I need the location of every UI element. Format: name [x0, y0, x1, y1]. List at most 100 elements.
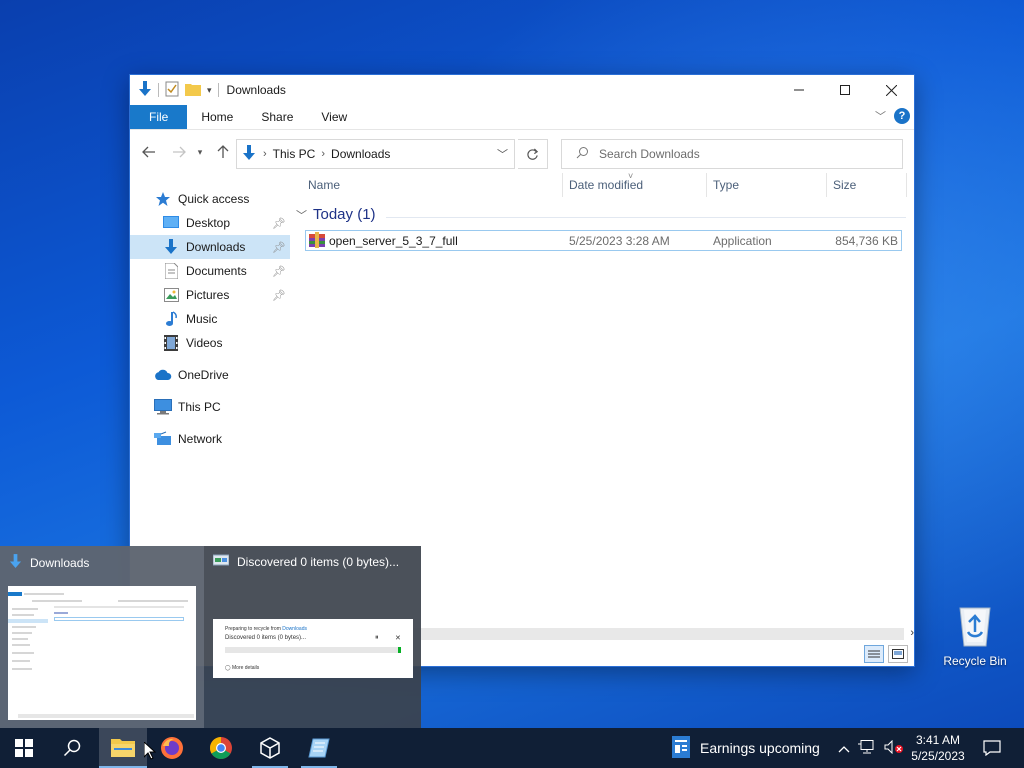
news-headline: Earnings upcoming [700, 740, 820, 756]
nav-music[interactable]: Music [130, 307, 290, 331]
delete-progress-fill [398, 647, 401, 653]
system-tray [838, 728, 904, 768]
group-divider [386, 217, 906, 218]
clock[interactable]: 3:41 AM 5/25/2023 [908, 732, 968, 764]
nav-downloads[interactable]: Downloads 📌︎ [130, 235, 290, 259]
search-icon [576, 146, 589, 162]
nav-videos[interactable]: Videos [130, 331, 290, 355]
news-icon [672, 735, 690, 761]
tab-home[interactable]: Home [187, 105, 247, 129]
nav-label: Quick access [178, 192, 250, 206]
music-icon [162, 311, 180, 327]
nav-label: Downloads [186, 240, 246, 254]
properties-icon[interactable] [165, 81, 179, 100]
nav-onedrive[interactable]: OneDrive [130, 363, 290, 387]
forward-button[interactable] [166, 138, 192, 166]
search-taskbar-button[interactable] [48, 728, 96, 768]
notifications-button[interactable] [980, 728, 1004, 768]
large-icons-view-button[interactable] [888, 645, 908, 663]
mouse-cursor-icon [143, 740, 157, 763]
pin-icon[interactable]: 📌︎ [272, 217, 286, 230]
volume-muted-icon[interactable] [884, 739, 904, 757]
nav-label: Music [186, 312, 218, 326]
maximize-button[interactable] [822, 75, 868, 105]
expand-ribbon-icon[interactable]: ﹀ [875, 108, 886, 124]
start-button[interactable] [0, 728, 48, 768]
column-date-modified[interactable]: Date modified [569, 178, 643, 192]
more-details-label: More details [232, 665, 260, 671]
back-button[interactable] [136, 138, 162, 166]
title-bar: ▾ Downloads [130, 75, 914, 105]
close-button[interactable] [868, 75, 914, 105]
group-label: Today (1) [313, 206, 376, 223]
breadcrumb-this-pc[interactable]: This PC [273, 147, 316, 161]
column-divider[interactable] [706, 173, 707, 197]
toolbar-separator [217, 83, 219, 97]
column-headers: Name ˅ Date modified Type Size [294, 171, 914, 197]
notification-icon [983, 740, 1001, 756]
file-explorer-taskbar-button[interactable] [99, 728, 147, 768]
pin-icon[interactable]: 📌︎ [272, 265, 286, 278]
folder-icon [111, 739, 135, 757]
breadcrumb-downloads[interactable]: Downloads [331, 147, 390, 161]
chevron-up-icon[interactable] [838, 741, 850, 756]
recent-locations-button[interactable]: ▾ [192, 138, 208, 166]
up-button[interactable] [210, 138, 236, 166]
downloads-icon [162, 239, 180, 255]
file-type: Application [713, 234, 772, 248]
documents-icon [162, 263, 180, 279]
nav-network[interactable]: Network [130, 427, 290, 451]
file-row[interactable]: open_server_5_3_7_full 5/25/2023 3:28 AM… [305, 230, 902, 251]
scroll-right-icon[interactable]: › [910, 627, 914, 639]
tab-file[interactable]: File [130, 105, 188, 129]
thumbnail-explorer[interactable]: Downloads [0, 546, 204, 728]
search-icon [63, 739, 81, 757]
collapse-chevron-icon[interactable]: ﹀ [296, 207, 307, 223]
column-divider[interactable] [906, 173, 907, 197]
search-input[interactable] [599, 147, 879, 161]
address-bar[interactable]: › This PC › Downloads ﹀ [236, 139, 515, 169]
details-view-button[interactable] [864, 645, 884, 663]
application-icon [309, 232, 325, 251]
computer-icon [154, 399, 172, 415]
pictures-icon [162, 287, 180, 303]
column-size[interactable]: Size [833, 178, 856, 192]
nav-pictures[interactable]: Pictures 📌︎ [130, 283, 290, 307]
recycle-bin-shortcut[interactable]: Recycle Bin [942, 602, 1008, 668]
nav-label: Documents [186, 264, 247, 278]
refresh-button[interactable] [518, 139, 548, 169]
pin-icon[interactable]: 📌︎ [272, 289, 286, 302]
nav-documents[interactable]: Documents 📌︎ [130, 259, 290, 283]
column-divider[interactable] [826, 173, 827, 197]
thumbnail-delete-progress[interactable]: Discovered 0 items (0 bytes)... Preparin… [204, 546, 421, 728]
group-header-today[interactable]: ﹀ Today (1) [296, 206, 376, 223]
quick-access-toolbar: ▾ [130, 80, 219, 100]
window-title: Downloads [226, 83, 286, 97]
news-widget[interactable]: Earnings upcoming [672, 728, 820, 768]
chrome-taskbar-button[interactable] [197, 728, 245, 768]
tab-share[interactable]: Share [247, 105, 307, 129]
box-app-taskbar-button[interactable] [246, 728, 294, 768]
column-type[interactable]: Type [713, 178, 739, 192]
file-size: 854,736 KB [835, 234, 898, 248]
customize-toolbar-icon[interactable]: ▾ [207, 85, 212, 96]
delete-progress-taskbar-button[interactable] [295, 728, 343, 768]
address-dropdown-icon[interactable]: ﹀ [497, 146, 508, 162]
help-icon[interactable]: ? [894, 108, 910, 124]
cube-icon [260, 737, 280, 759]
down-arrow-icon [138, 80, 152, 100]
nav-this-pc[interactable]: This PC [130, 395, 290, 419]
column-divider[interactable] [562, 173, 563, 197]
ribbon-right-controls: ﹀ ? [875, 108, 910, 124]
tab-view[interactable]: View [307, 105, 361, 129]
column-name[interactable]: Name [308, 178, 340, 192]
pin-icon[interactable]: 📌︎ [272, 241, 286, 254]
navigation-bar: ▾ › This PC › Downloads ﹀ [130, 129, 914, 173]
nav-desktop[interactable]: Desktop 📌︎ [130, 211, 290, 235]
delete-status-text: Discovered 0 items (0 bytes)... [225, 635, 307, 641]
minimize-button[interactable] [776, 75, 822, 105]
nav-quick-access[interactable]: Quick access [130, 187, 290, 211]
network-icon[interactable] [858, 739, 876, 757]
downloads-icon [9, 554, 22, 572]
new-folder-icon[interactable] [185, 82, 201, 99]
